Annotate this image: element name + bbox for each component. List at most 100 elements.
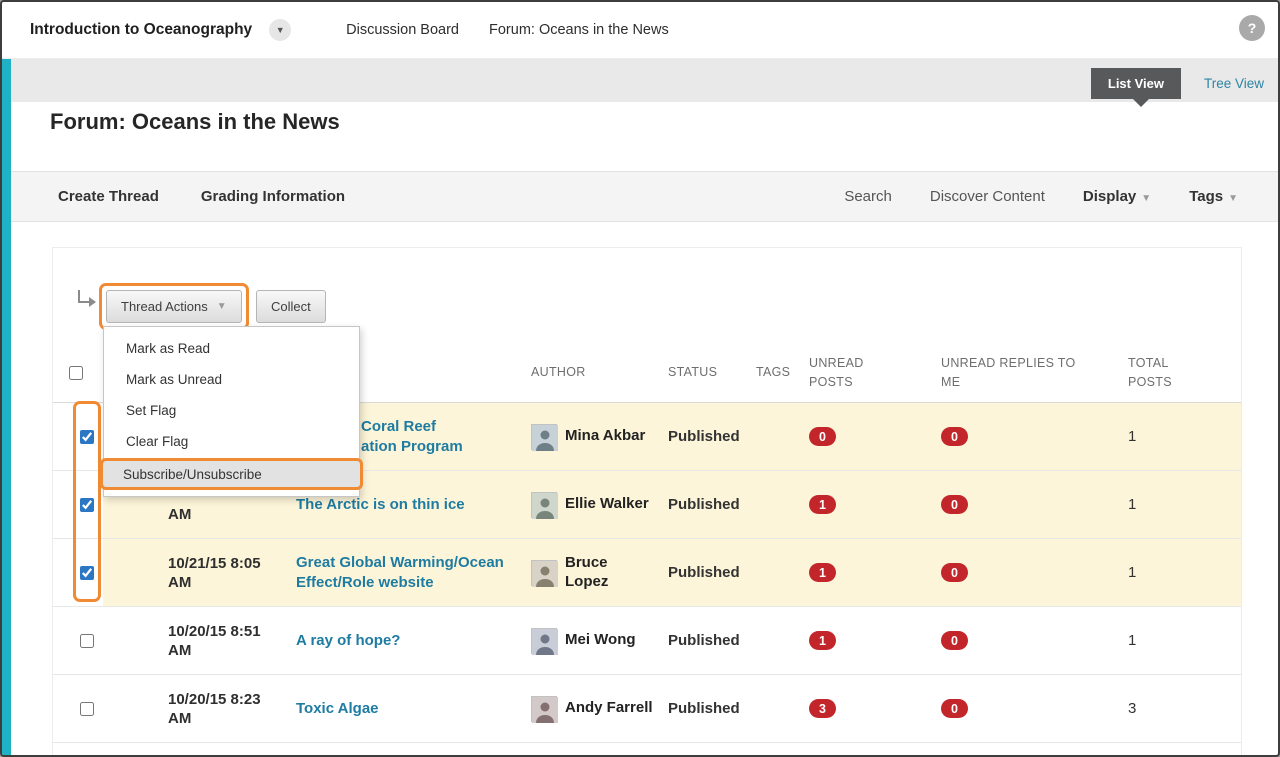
thread-line1: The Arctic is on thin ice [296,495,465,515]
total-posts: 1 [1128,496,1136,513]
total-posts: 1 [1128,428,1136,445]
unread-posts-cell: 3 [803,675,933,742]
author-name: Mina Akbar [565,427,653,446]
thread-line1: A ray of hope? [296,631,400,651]
grading-information-button[interactable]: Grading Information [201,188,345,205]
status-cell: Published [663,675,753,742]
action-bar-right: Search Discover Content Display▼ Tags▼ [844,188,1238,205]
thread-line1: Coral Reef [361,417,463,437]
column-header-unread-replies: UNREAD REPLIES TO ME [941,354,1086,390]
thread-row: 10/20/15 8:51 AM A ray of hope? Mei Wong… [53,607,1241,675]
help-button[interactable]: ? [1239,15,1265,41]
author-name: Mei Wong [565,631,653,650]
thread-line1: Toxic Algae [296,699,379,719]
thread-line1: Great Global Warming/Ocean [296,553,504,573]
menu-item-set-flag[interactable]: Set Flag [104,395,359,426]
unread-posts-badge: 1 [809,495,836,514]
author-name: Bruce Lopez [565,554,653,592]
total-posts: 1 [1128,632,1136,649]
thread-link[interactable]: The Arctic is on thin ice [296,495,465,515]
tab-tree-view[interactable]: Tree View [1204,76,1264,91]
total-posts: 3 [1128,700,1136,717]
tab-list-view[interactable]: List View [1091,68,1181,99]
total-posts-cell: 3 [1118,675,1241,742]
row-checkbox[interactable] [80,498,94,512]
thread-link[interactable]: Great Global Warming/Ocean Effect/Role w… [296,553,504,593]
date-line2: AM [168,573,191,592]
status-cell: Published [663,607,753,674]
total-posts-cell: 1 [1118,539,1241,606]
list-view-notch [1133,99,1149,107]
chevron-down-icon: ▼ [276,25,285,35]
date-line2: AM [168,641,191,660]
author-avatar [531,492,557,518]
select-all-checkbox[interactable] [69,366,83,380]
author-name: Ellie Walker [565,495,653,514]
unread-posts-badge: 0 [809,427,836,446]
author-cell: Mei Wong [523,607,663,674]
breadcrumb: Discussion Board Forum: Oceans in the Ne… [346,22,669,38]
tags-menu-button[interactable]: Tags▼ [1189,188,1238,205]
date-line1: 10/20/15 8:23 [168,690,261,709]
column-header-author: AUTHOR [531,363,586,381]
thread-link[interactable]: Toxic Algae [296,699,379,719]
select-all-cell [53,366,103,380]
row-checkbox-cell [53,675,103,742]
unread-replies-badge: 0 [941,631,968,650]
search-button[interactable]: Search [844,188,892,205]
status-cell: Published [663,471,753,538]
column-header-unread-posts: UNREAD POSTS [809,354,879,390]
breadcrumb-discussion-board[interactable]: Discussion Board [346,22,459,38]
chevron-down-icon: ▼ [1141,193,1151,204]
column-header-status: STATUS [668,363,717,381]
row-checkbox[interactable] [80,702,94,716]
action-bar: Create Thread Grading Information Search… [2,171,1278,222]
column-header-total-posts: TOTAL POSTS [1128,354,1176,390]
author-cell: Ellie Walker [523,471,663,538]
discover-content-button[interactable]: Discover Content [930,188,1045,205]
chevron-down-icon: ▼ [1228,193,1238,204]
unread-replies-badge: 0 [941,427,968,446]
row-checkbox[interactable] [80,566,94,580]
menu-item-mark-as-unread[interactable]: Mark as Unread [104,364,359,395]
status-cell: Published [663,539,753,606]
status-text: Published [668,428,740,445]
thread-line2: ation Program [361,437,463,457]
menu-item-clear-flag[interactable]: Clear Flag [104,426,359,457]
total-posts: 1 [1128,564,1136,581]
unread-replies-badge: 0 [941,699,968,718]
author-avatar [531,696,557,722]
thread-link[interactable]: A ray of hope? [296,631,400,651]
author-cell: Andy Farrell [523,675,663,742]
date-line2: AM [168,505,191,524]
thread-row: 10/21/15 8:05 AM Great Global Warming/Oc… [53,539,1241,607]
unread-posts-cell: 1 [803,539,933,606]
tags-cell [753,471,803,538]
display-menu-button[interactable]: Display▼ [1083,188,1151,205]
unread-posts-badge: 3 [809,699,836,718]
app-window: Introduction to Oceanography ▼ Discussio… [0,0,1280,757]
thread-row: 10/20/15 8:23 AM Toxic Algae Andy Farrel… [53,675,1241,743]
thread-title-cell: Toxic Algae [283,675,523,742]
unread-replies-badge: 0 [941,563,968,582]
unread-replies-cell: 0 [933,403,1118,470]
author-name: Andy Farrell [565,699,653,718]
thread-date: 10/20/15 8:51 AM [103,607,283,674]
unread-posts-cell: 1 [803,471,933,538]
menu-item-mark-as-read[interactable]: Mark as Read [104,333,359,364]
thread-date: 10/21/15 8:05 AM [103,539,283,606]
tags-cell [753,403,803,470]
author-cell: Mina Akbar [523,403,663,470]
menu-item-subscribe-unsubscribe[interactable]: Subscribe/Unsubscribe [100,458,363,490]
row-checkbox[interactable] [80,634,94,648]
thread-actions-button[interactable]: Thread Actions ▼ [106,290,242,323]
total-posts-cell: 1 [1118,403,1241,470]
row-checkbox-cell [53,607,103,674]
action-bar-left: Create Thread Grading Information [58,188,345,205]
thread-link[interactable]: Coral Reef ation Program [361,417,463,457]
row-checkbox[interactable] [80,430,94,444]
course-menu-button[interactable]: ▼ [269,19,291,41]
topbar: Introduction to Oceanography ▼ Discussio… [2,2,1278,59]
create-thread-button[interactable]: Create Thread [58,188,159,205]
collect-button[interactable]: Collect [256,290,326,323]
